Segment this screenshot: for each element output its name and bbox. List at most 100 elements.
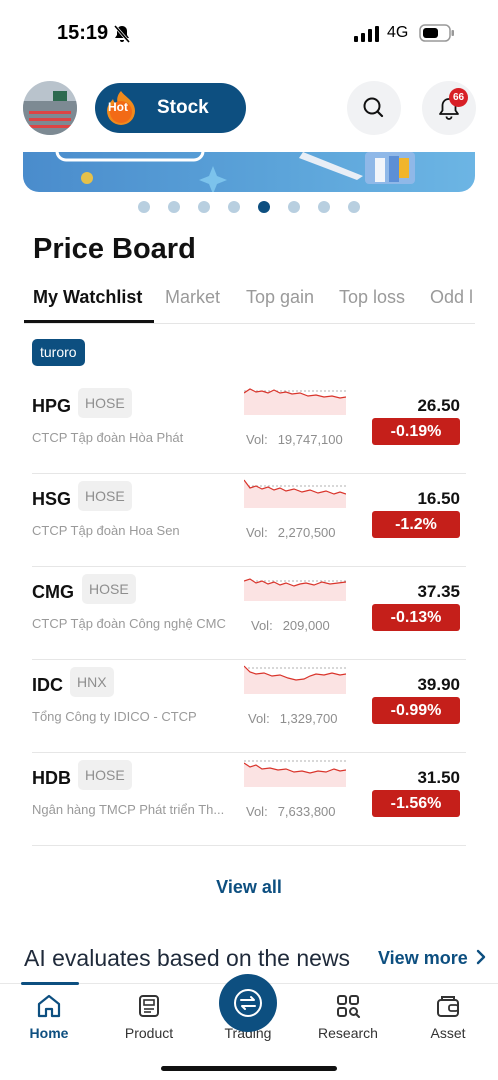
- volume-value: 1,329,700: [279, 711, 338, 726]
- banner-pagination: [0, 201, 498, 213]
- nav-home-label: Home: [29, 1025, 69, 1041]
- volume: Vol: 19,747,100: [246, 432, 343, 447]
- avatar-image: [23, 81, 77, 135]
- tab-market[interactable]: Market: [165, 287, 220, 308]
- nav-product[interactable]: Product: [104, 992, 194, 1041]
- hot-badge-text: Hot: [108, 100, 128, 114]
- page-dot[interactable]: [138, 201, 150, 213]
- exchange-badge: HOSE: [78, 481, 132, 511]
- price-change-badge: -0.99%: [372, 697, 460, 724]
- avatar[interactable]: [23, 81, 77, 135]
- tab-odd-lot[interactable]: Odd l: [430, 287, 473, 308]
- volume-label: Vol:: [246, 432, 268, 447]
- notification-badge: 66: [449, 88, 468, 107]
- volume-label: Vol:: [251, 618, 273, 633]
- nav-asset-label: Asset: [430, 1025, 466, 1041]
- watchlist-row-hpg[interactable]: HPG HOSE CTCP Tập đoàn Hòa Phát Vol: 19,7…: [32, 381, 466, 474]
- bell-off-icon: [113, 25, 131, 43]
- page-dot[interactable]: [228, 201, 240, 213]
- price-change-badge: -1.56%: [372, 790, 460, 817]
- stock-price: 31.50: [417, 768, 460, 787]
- home-icon: [37, 994, 61, 1018]
- nav-product-label: Product: [124, 1025, 174, 1041]
- nav-research[interactable]: Research: [303, 992, 393, 1041]
- search-icon: [363, 97, 384, 118]
- nav-asset[interactable]: Asset: [403, 992, 493, 1041]
- page-dot[interactable]: [198, 201, 210, 213]
- home-indicator: [161, 1066, 337, 1071]
- volume-value: 7,633,800: [277, 804, 336, 819]
- sparkline-chart: [244, 760, 346, 787]
- company-name: CTCP Tập đoàn Công nghệ CMC: [32, 616, 226, 631]
- company-name: Tổng Công ty IDICO - CTCP: [32, 709, 197, 724]
- sparkline-chart: [244, 388, 346, 415]
- active-tab-indicator: [24, 320, 154, 323]
- battery-icon: [419, 24, 454, 42]
- page-dot-active[interactable]: [258, 201, 270, 213]
- exchange-badge: HOSE: [78, 760, 132, 790]
- watchlist-row-idc[interactable]: IDC HNX Tổng Công ty IDICO - CTCP Vol: 1,…: [32, 660, 466, 753]
- tab-my-watchlist[interactable]: My Watchlist: [33, 287, 142, 308]
- tab-top-loss[interactable]: Top loss: [339, 287, 405, 308]
- sparkline-chart: [244, 578, 346, 601]
- stock-price: 16.50: [417, 489, 460, 508]
- volume: Vol: 1,329,700: [248, 711, 338, 726]
- ai-section-title: AI evaluates based on the news: [24, 945, 351, 971]
- status-bar: 15:19 4G: [0, 0, 498, 64]
- sparkline-chart: [244, 665, 346, 694]
- view-all-link[interactable]: View all: [0, 877, 498, 898]
- stock-symbol: HSG: [32, 489, 72, 509]
- promo-banner[interactable]: [23, 152, 475, 192]
- stock-symbol: IDC: [32, 675, 63, 695]
- volume: Vol: 209,000: [251, 618, 330, 633]
- page-dot[interactable]: [318, 201, 330, 213]
- page-dot[interactable]: [288, 201, 300, 213]
- watchlist-row-cmg[interactable]: CMG HOSE CTCP Tập đoàn Công nghệ CMC Vol…: [32, 567, 466, 660]
- tab-top-gain[interactable]: Top gain: [246, 287, 314, 308]
- volume-label: Vol:: [246, 804, 268, 819]
- volume-value: 209,000: [282, 618, 330, 633]
- nav-research-label: Research: [318, 1025, 378, 1041]
- volume-label: Vol:: [248, 711, 270, 726]
- status-time: 15:19: [57, 22, 109, 44]
- stock-symbol: CMG: [32, 582, 74, 602]
- bell-icon: [439, 98, 459, 120]
- watchlist-row-hdb[interactable]: HDB HOSE Ngân hàng TMCP Phát triển Th...…: [32, 753, 466, 846]
- notification-button[interactable]: [422, 81, 476, 135]
- chevron-right-icon: [476, 949, 485, 965]
- price-change-badge: -0.13%: [372, 604, 460, 631]
- trading-button[interactable]: [219, 974, 277, 1032]
- search-button[interactable]: [347, 81, 401, 135]
- exchange-badge: HOSE: [78, 388, 132, 418]
- sparkline-chart: [244, 479, 346, 508]
- hot-stock-button[interactable]: Hot Stock: [95, 83, 246, 133]
- company-name: CTCP Tập đoàn Hoa Sen: [32, 523, 180, 538]
- page-dot[interactable]: [348, 201, 360, 213]
- exchange-badge: HNX: [70, 667, 114, 697]
- watchlist-row-hsg[interactable]: HSG HOSE CTCP Tập đoàn Hoa Sen Vol: 2,270…: [32, 474, 466, 567]
- network-type: 4G: [387, 24, 409, 41]
- document-icon: [139, 995, 159, 1017]
- view-more-label: View more: [378, 948, 468, 968]
- price-board-title: Price Board: [33, 233, 196, 265]
- price-change-badge: -1.2%: [372, 511, 460, 538]
- hot-stock-label: Stock: [157, 97, 209, 118]
- grid-search-icon: [337, 995, 360, 1018]
- volume-value: 2,270,500: [277, 525, 336, 540]
- stock-price: 26.50: [417, 396, 460, 415]
- view-more-link[interactable]: View more: [378, 948, 487, 969]
- nav-home[interactable]: Home: [4, 992, 94, 1041]
- volume: Vol: 7,633,800: [246, 804, 336, 819]
- company-name: Ngân hàng TMCP Phát triển Th...: [32, 802, 225, 817]
- page-dot[interactable]: [168, 201, 180, 213]
- signal-icon: [354, 26, 379, 42]
- nav-trading[interactable]: Trading: [203, 974, 293, 1041]
- stock-price: 37.35: [417, 582, 460, 601]
- watchlist-chip[interactable]: turoro: [32, 339, 85, 366]
- exchange-badge: HOSE: [82, 574, 136, 604]
- price-board-tabs: My Watchlist Market Top gain Top loss Od…: [24, 278, 475, 324]
- wallet-icon: [437, 996, 459, 1017]
- banner-artwork: [55, 152, 415, 192]
- price-change-badge: -0.19%: [372, 418, 460, 445]
- volume: Vol: 2,270,500: [246, 525, 336, 540]
